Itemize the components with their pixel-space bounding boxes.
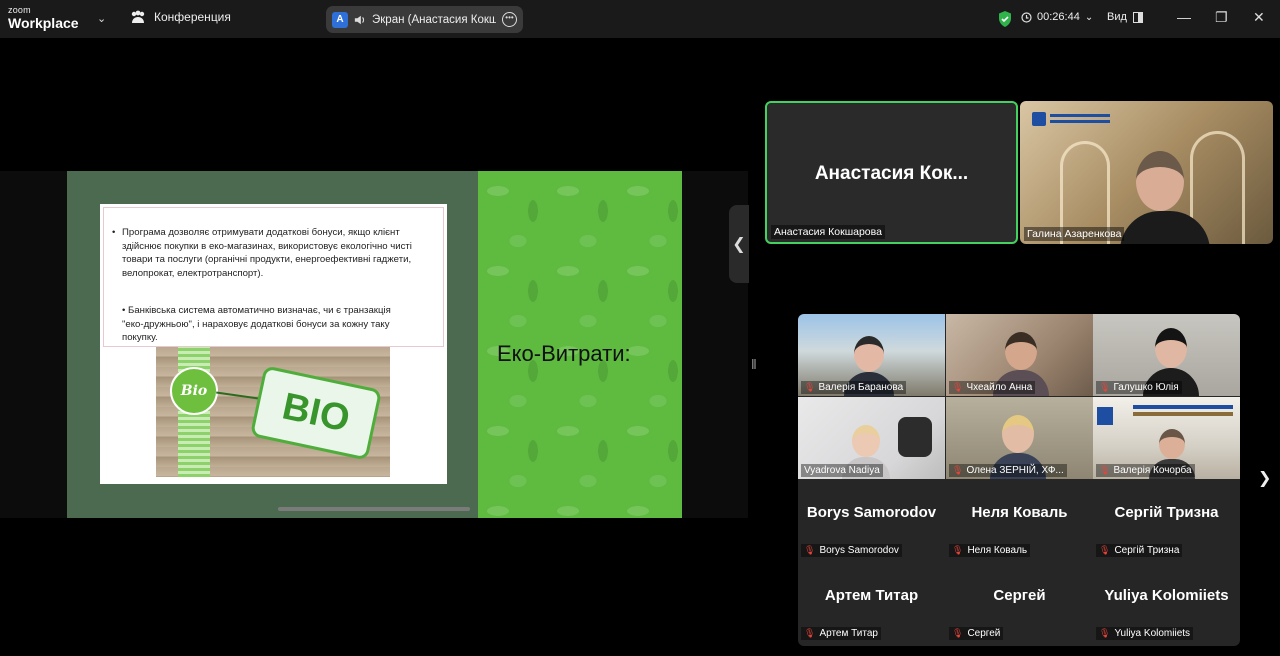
meeting-label: Конференция <box>154 10 231 24</box>
participant-name-label: 🎙 Чхеайло Анна <box>949 381 1036 394</box>
view-label: Вид <box>1107 11 1127 23</box>
participant-display-name: Артем Титар <box>824 587 919 604</box>
slide-bullet-1: • Програма дозволяє отримувати додаткові… <box>112 227 412 279</box>
participant-tile[interactable]: Сергій Тризна 🎙 Сергій Тризна <box>1093 480 1240 563</box>
participant-display-name: Сергей <box>993 587 1046 604</box>
presentation-slide: Еко-Витрати: • Програма дозволяє отримув… <box>67 171 682 518</box>
mic-muted-icon: 🎙 <box>1099 465 1111 475</box>
participants-gallery: 🎙 Валерія Баранова 🎙 Чхеайло Анна 🎙 Галушко… <box>798 314 1240 646</box>
mic-muted-icon: 🎙 <box>804 628 816 638</box>
screen-share-indicator[interactable]: A Экран (Анастасия Кокшарова) ••• <box>326 6 523 33</box>
participant-name-label: 🎙 Yuliya Kolomiiets <box>1096 627 1194 640</box>
participant-name-label: Галина Азаренкова <box>1024 227 1125 241</box>
view-menu-button[interactable]: Вид <box>1107 11 1143 23</box>
timer-value: 00:26:44 <box>1037 11 1080 23</box>
participant-name-label: 🎙 Валерія Баранова <box>801 381 907 394</box>
video-tile[interactable]: Галина Азаренкова <box>1020 101 1273 244</box>
banner-text <box>1133 405 1233 409</box>
mic-muted-icon: 🎙 <box>952 545 964 555</box>
participant-name-label: 🎙 Олена ЗЕРНІЙ, ХФ... <box>949 464 1067 477</box>
participant-display-name: Сергій Тризна <box>1114 504 1219 521</box>
title-bar: zoom Workplace ⌄ Конференция A Экран (Ан… <box>0 0 1280 38</box>
participant-tile[interactable]: Сергей 🎙 Сергей <box>946 563 1093 646</box>
participant-name-label: 🎙 Валерія Кочорба <box>1096 464 1195 477</box>
participant-tile[interactable]: Неля Коваль 🎙 Неля Коваль <box>946 480 1093 563</box>
minimize-icon[interactable]: — <box>1177 9 1191 25</box>
participant-name-label: 🎙 Сергій Тризна <box>1096 544 1183 557</box>
blurred-object <box>898 417 932 457</box>
university-logo-text <box>1050 114 1110 117</box>
participant-name-label: 🎙 Артем Титар <box>801 627 881 640</box>
slide-scrollbar[interactable] <box>278 507 470 511</box>
mic-muted-icon: 🎙 <box>1099 545 1111 555</box>
mic-muted-icon: 🎙 <box>1099 382 1111 392</box>
layout-grid-icon <box>1132 11 1143 23</box>
university-logo <box>1032 112 1046 126</box>
participant-name-label: 🎙 Borys Samorodov <box>801 544 902 557</box>
security-shield-icon[interactable] <box>997 10 1013 28</box>
speaker-volume-icon[interactable] <box>354 14 366 26</box>
mic-muted-icon: 🎙 <box>952 628 964 638</box>
chevron-right-icon[interactable]: ❯ <box>1258 468 1271 488</box>
clock-icon <box>1021 11 1032 23</box>
presenter-avatar: A <box>332 11 348 28</box>
collapse-panel-button[interactable]: ❮ <box>729 205 749 283</box>
close-icon[interactable]: ✕ <box>1253 9 1265 26</box>
chevron-down-icon[interactable]: ⌄ <box>1085 12 1093 23</box>
participant-display-name: Неля Коваль <box>971 504 1068 521</box>
participant-tile[interactable]: Borys Samorodov 🎙 Borys Samorodov <box>798 480 945 563</box>
mic-muted-icon: 🎙 <box>804 545 816 555</box>
meeting-timer[interactable]: 00:26:44 ⌄ <box>1021 11 1093 23</box>
video-tile[interactable]: 🎙 Валерія Кочорба <box>1093 397 1240 479</box>
zoom-logo: zoom Workplace <box>8 5 79 31</box>
logo-bottom: Workplace <box>8 15 79 31</box>
chevron-down-icon[interactable]: ⌄ <box>97 12 106 25</box>
video-tile[interactable]: 🎙 Олена ЗЕРНІЙ, ХФ... <box>946 397 1093 479</box>
mic-muted-icon: 🎙 <box>1099 628 1111 638</box>
splitter-handle[interactable]: ‖ <box>751 356 757 372</box>
logo-top: zoom <box>8 5 31 15</box>
meeting-info-button[interactable]: Конференция <box>130 10 231 24</box>
share-label: Экран (Анастасия Кокшарова) <box>372 13 496 26</box>
chevron-left-icon: ❮ <box>732 236 746 253</box>
bio-tag: BIO <box>249 365 383 461</box>
university-logo <box>1097 407 1113 425</box>
slide-title: Еко-Витрати: <box>497 341 631 366</box>
participant-tile[interactable]: Yuliya Kolomiiets 🎙 Yuliya Kolomiiets <box>1093 563 1240 646</box>
slide-bullet-2: • Банківська система автоматично визнача… <box>122 305 391 344</box>
restore-icon[interactable]: ❐ <box>1215 9 1228 26</box>
more-options-icon[interactable]: ••• <box>502 12 517 27</box>
active-speaker-tile[interactable]: Анастасия Кок... Анастасия Кокшарова <box>765 101 1018 244</box>
video-tile[interactable]: Vyadrova Nadiya <box>798 397 945 479</box>
video-tile[interactable]: 🎙 Галушко Юлія <box>1093 314 1240 396</box>
participant-tile[interactable]: Артем Титар 🎙 Артем Титар <box>798 563 945 646</box>
video-tile[interactable]: 🎙 Чхеайло Анна <box>946 314 1093 396</box>
speaker-name-label: Анастасия Кокшарова <box>771 225 885 239</box>
bio-image: Bio BIO <box>156 347 390 477</box>
slide-text-card: • Програма дозволяє отримувати додаткові… <box>100 204 447 484</box>
mic-muted-icon: 🎙 <box>804 382 816 392</box>
participant-name-label: 🎙 Галушко Юлія <box>1096 381 1182 394</box>
participant-name-label: Vyadrova Nadiya <box>801 464 883 477</box>
participants-icon <box>131 10 145 23</box>
participant-display-name: Borys Samorodov <box>806 504 937 521</box>
video-tile[interactable]: 🎙 Валерія Баранова <box>798 314 945 396</box>
speaker-display-name: Анастасия Кок... <box>814 163 969 184</box>
bio-badge: Bio <box>170 367 218 415</box>
participant-name-label: 🎙 Сергей <box>949 627 1004 640</box>
mic-muted-icon: 🎙 <box>952 465 964 475</box>
participant-display-name: Yuliya Kolomiiets <box>1104 587 1229 604</box>
participant-name-label: 🎙 Неля Коваль <box>949 544 1031 557</box>
mic-muted-icon: 🎙 <box>952 382 964 392</box>
bullet-marker: • <box>112 227 116 238</box>
